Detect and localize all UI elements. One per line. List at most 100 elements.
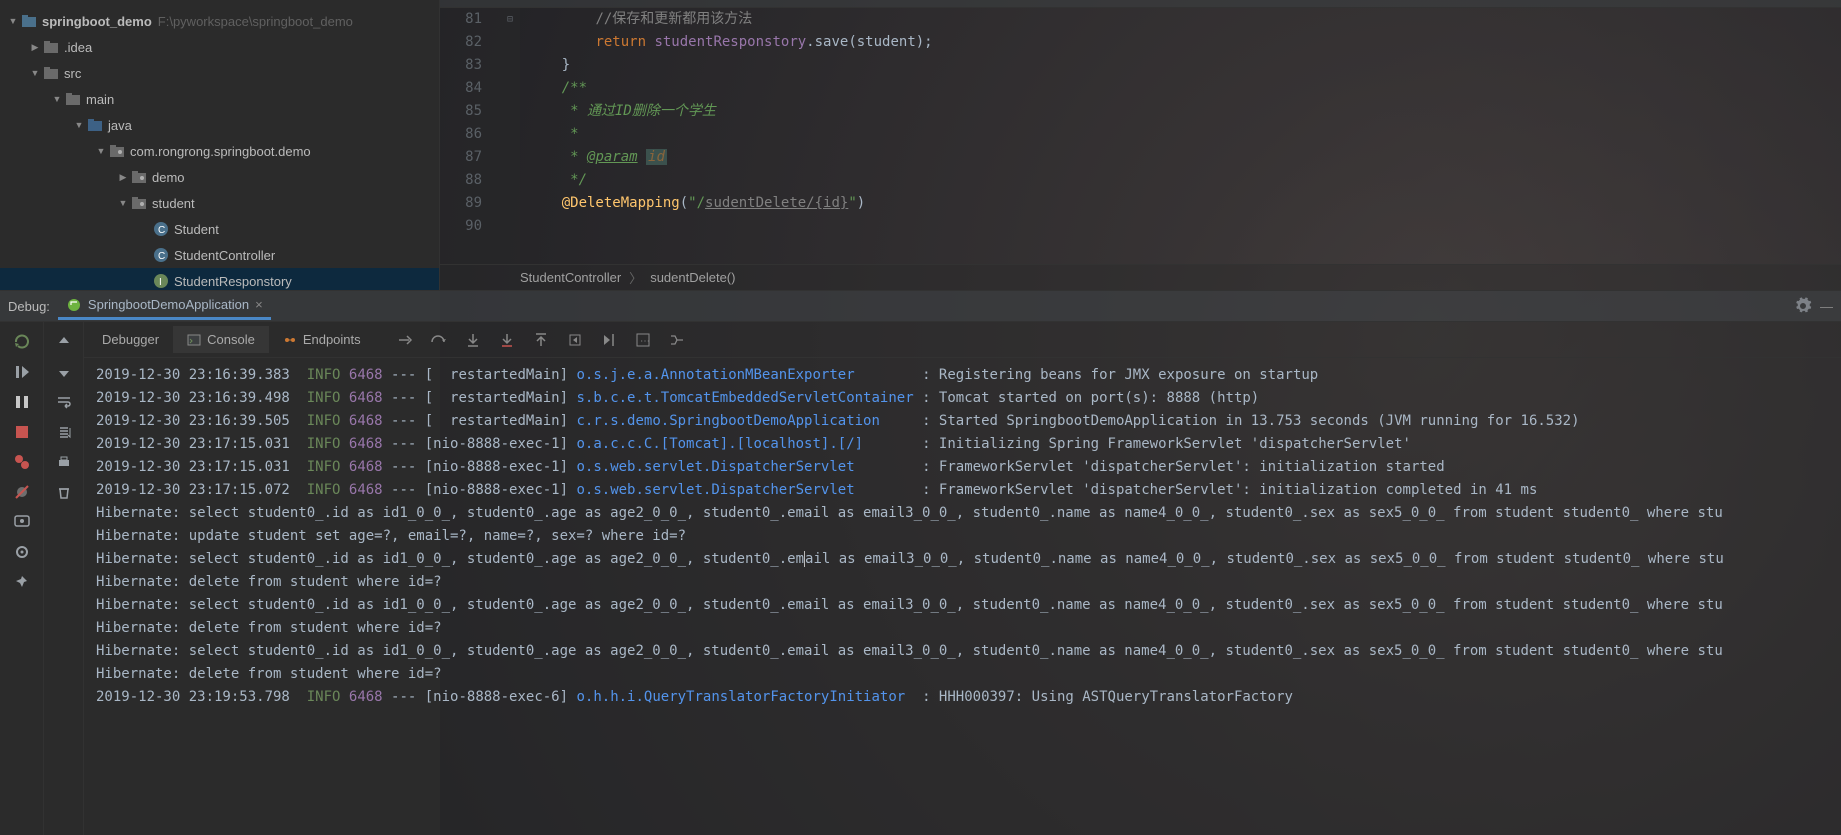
soft-wrap-icon[interactable] xyxy=(54,392,74,412)
code-line[interactable]: * @param id xyxy=(528,146,1841,169)
step-into-icon[interactable] xyxy=(463,330,483,350)
expand-arrow-icon[interactable]: ▼ xyxy=(6,16,20,26)
code-line[interactable]: } xyxy=(528,54,1841,77)
step-over-icon[interactable] xyxy=(429,330,449,350)
console-line[interactable]: 2019-12-30 23:16:39.498 INFO 6468 --- [ … xyxy=(96,387,1829,410)
expand-arrow-icon[interactable]: ▼ xyxy=(94,146,108,156)
expand-arrow-icon[interactable]: ▼ xyxy=(72,120,86,130)
expand-arrow-icon[interactable]: ▼ xyxy=(50,94,64,104)
console-line[interactable]: 2019-12-30 23:16:39.383 INFO 6468 --- [ … xyxy=(96,364,1829,387)
show-execution-point-icon[interactable] xyxy=(395,330,415,350)
tree-row[interactable]: ▼java xyxy=(0,112,439,138)
breadcrumb[interactable]: StudentController 〉 sudentDelete() xyxy=(440,264,1841,290)
minimize-icon[interactable]: — xyxy=(1820,299,1833,314)
package-icon xyxy=(130,194,148,212)
code-area[interactable]: 81828384858687888990 ⊟ //保存和更新都用该方法 retu… xyxy=(440,8,1841,264)
rerun-icon[interactable] xyxy=(12,332,32,352)
pin-icon[interactable] xyxy=(12,572,32,592)
fold-gutter[interactable]: ⊟ xyxy=(500,8,520,264)
tab-endpoints[interactable]: Endpoints xyxy=(269,326,375,353)
up-icon[interactable] xyxy=(54,332,74,352)
tree-row[interactable]: ▼main xyxy=(0,86,439,112)
drop-frame-icon[interactable] xyxy=(565,330,585,350)
print-icon[interactable] xyxy=(54,452,74,472)
console-line[interactable]: 2019-12-30 23:17:15.031 INFO 6468 --- [n… xyxy=(96,456,1829,479)
tree-row[interactable]: CStudentController xyxy=(0,242,439,268)
svg-text:I: I xyxy=(159,277,162,288)
close-icon[interactable]: × xyxy=(255,297,263,312)
console-line[interactable]: Hibernate: delete from student where id=… xyxy=(96,617,1829,640)
run-config-name: SpringbootDemoApplication xyxy=(88,297,249,312)
console-line[interactable]: 2019-12-30 23:17:15.031 INFO 6468 --- [n… xyxy=(96,433,1829,456)
tree-label: demo xyxy=(152,170,185,185)
run-to-cursor-icon[interactable] xyxy=(599,330,619,350)
code-line[interactable]: /** xyxy=(528,77,1841,100)
expand-arrow-icon[interactable]: ▼ xyxy=(28,68,42,78)
console-line[interactable]: Hibernate: select student0_.id as id1_0_… xyxy=(96,502,1829,525)
console-line[interactable]: 2019-12-30 23:17:15.072 INFO 6468 --- [n… xyxy=(96,479,1829,502)
tab-console[interactable]: Console xyxy=(173,326,269,353)
line-gutter[interactable]: 81828384858687888990 xyxy=(440,8,500,264)
console-line[interactable]: Hibernate: update student set age=?, ema… xyxy=(96,525,1829,548)
tree-row[interactable]: IStudentResponstory xyxy=(0,268,439,290)
resume-icon[interactable] xyxy=(12,362,32,382)
package-icon xyxy=(130,168,148,186)
debug-run-config-tab[interactable]: SpringbootDemoApplication × xyxy=(58,293,271,320)
code-line[interactable]: * 通过ID删除一个学生 xyxy=(528,100,1841,123)
console-line[interactable]: Hibernate: select student0_.id as id1_0_… xyxy=(96,594,1829,617)
module-icon xyxy=(20,12,38,30)
trace-current-stream-chain-icon[interactable] xyxy=(667,330,687,350)
console-icon xyxy=(187,333,201,347)
folder-dark-icon xyxy=(64,90,82,108)
console-line[interactable]: Hibernate: select student0_.id as id1_0_… xyxy=(96,548,1829,571)
expand-arrow-icon[interactable]: ▶ xyxy=(28,42,42,53)
breadcrumb-item[interactable]: StudentController xyxy=(520,270,621,285)
editor-panel: 81828384858687888990 ⊟ //保存和更新都用该方法 retu… xyxy=(440,0,1841,290)
gear-icon[interactable] xyxy=(1794,297,1812,315)
console-line[interactable]: 2019-12-30 23:16:39.505 INFO 6468 --- [ … xyxy=(96,410,1829,433)
pause-icon[interactable] xyxy=(12,392,32,412)
expand-arrow-icon[interactable]: ▶ xyxy=(116,172,130,183)
breadcrumb-sep: 〉 xyxy=(629,268,642,287)
force-step-into-icon[interactable] xyxy=(497,330,517,350)
stop-icon[interactable] xyxy=(12,422,32,442)
editor-tabs-bar[interactable] xyxy=(440,0,1841,8)
down-icon[interactable] xyxy=(54,362,74,382)
console-line[interactable]: Hibernate: delete from student where id=… xyxy=(96,571,1829,594)
code-line[interactable]: //保存和更新都用该方法 xyxy=(528,8,1841,31)
tree-row[interactable]: ▶ demo xyxy=(0,164,439,190)
settings-icon[interactable] xyxy=(12,542,32,562)
tree-row[interactable]: CStudent xyxy=(0,216,439,242)
step-out-icon[interactable] xyxy=(531,330,551,350)
tree-label: src xyxy=(64,66,81,81)
tree-row[interactable]: ▶.idea xyxy=(0,34,439,60)
code-line[interactable]: @DeleteMapping("/sudentDelete/{id}") xyxy=(528,192,1841,215)
project-tree-panel[interactable]: ▼springboot_demoF:\pyworkspace\springboo… xyxy=(0,0,440,290)
code-line[interactable]: * xyxy=(528,123,1841,146)
tree-row[interactable]: ▼ src xyxy=(0,60,439,86)
expand-arrow-icon[interactable]: ▼ xyxy=(116,198,130,208)
console-output[interactable]: 2019-12-30 23:16:39.383 INFO 6468 --- [ … xyxy=(84,358,1841,835)
debug-toolwindow-header[interactable]: Debug: SpringbootDemoApplication × — xyxy=(0,290,1841,322)
get-thread-dump-icon[interactable] xyxy=(12,512,32,532)
scroll-to-end-icon[interactable] xyxy=(54,422,74,442)
tree-row[interactable]: ▼com.rongrong.springboot.demo xyxy=(0,138,439,164)
class-icon: C xyxy=(152,220,170,238)
tab-debugger[interactable]: Debugger xyxy=(88,326,173,353)
tree-row[interactable]: ▼student xyxy=(0,190,439,216)
evaluate-expression-icon[interactable]: ⋯ xyxy=(633,330,653,350)
mute-breakpoints-icon[interactable] xyxy=(12,482,32,502)
console-line[interactable]: 2019-12-30 23:19:53.798 INFO 6468 --- [n… xyxy=(96,686,1829,709)
clear-icon[interactable] xyxy=(54,482,74,502)
tree-row[interactable]: ▼springboot_demoF:\pyworkspace\springboo… xyxy=(0,8,439,34)
console-line[interactable]: Hibernate: select student0_.id as id1_0_… xyxy=(96,640,1829,663)
view-breakpoints-icon[interactable] xyxy=(12,452,32,472)
breadcrumb-item[interactable]: sudentDelete() xyxy=(650,270,735,285)
code-line[interactable]: */ xyxy=(528,169,1841,192)
code-lines[interactable]: //保存和更新都用该方法 return studentResponstory.s… xyxy=(520,8,1841,264)
console-line[interactable]: Hibernate: delete from student where id=… xyxy=(96,663,1829,686)
code-line[interactable]: return studentResponstory.save(student); xyxy=(528,31,1841,54)
interface-icon: I xyxy=(152,272,170,290)
debug-subtabs: Debugger Console Endpoints xyxy=(84,322,1841,358)
spring-icon xyxy=(66,297,82,313)
